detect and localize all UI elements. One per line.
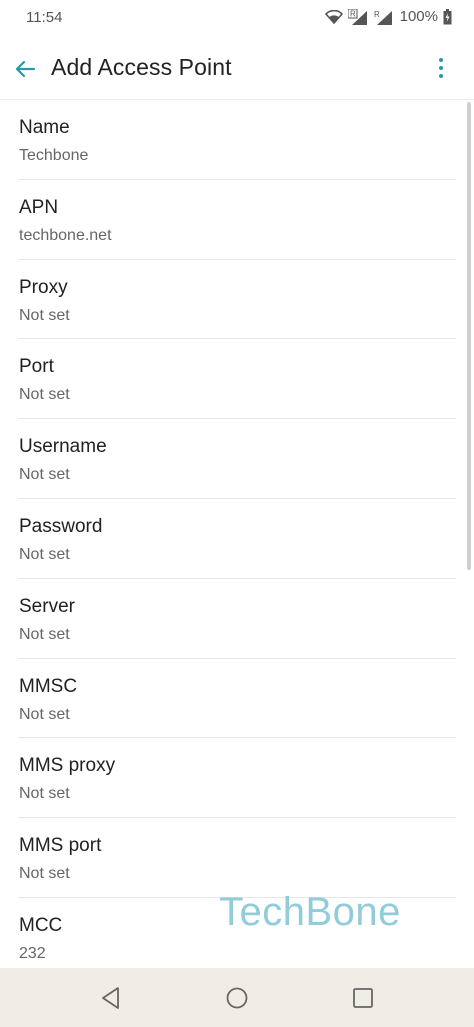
svg-text:R: R	[350, 9, 356, 18]
setting-item-username[interactable]: Username Not set	[18, 419, 456, 499]
setting-label: MMS port	[19, 835, 102, 857]
wifi-icon	[324, 9, 343, 24]
setting-label: Server	[19, 595, 75, 617]
signal-icon-1: R	[347, 8, 368, 25]
status-icons: R R 100%	[324, 8, 452, 25]
setting-item-apn[interactable]: APN techbone.net	[18, 180, 456, 260]
setting-label: Password	[19, 515, 103, 537]
arrow-back-icon	[15, 60, 36, 78]
setting-item-password[interactable]: Password Not set	[18, 499, 456, 579]
setting-item-proxy[interactable]: Proxy Not set	[18, 260, 456, 340]
setting-item-server[interactable]: Server Not set	[18, 579, 456, 659]
setting-value: Techbone	[19, 147, 89, 164]
setting-value: Not set	[19, 306, 70, 324]
setting-label: MMSC	[19, 675, 78, 697]
status-bar: 11:54 R R 100%	[0, 0, 474, 36]
setting-item-mms-proxy[interactable]: MMS proxy Not set	[18, 738, 456, 819]
setting-item-port[interactable]: Port Not set	[18, 339, 456, 420]
overflow-menu-button[interactable]	[434, 56, 448, 82]
setting-label: Port	[19, 356, 54, 378]
circle-home-icon	[226, 987, 248, 1009]
setting-label: APN	[19, 196, 59, 218]
setting-value: techbone.net	[19, 226, 112, 244]
watermark-logo: TechBone	[219, 890, 401, 934]
setting-label: MMS proxy	[19, 755, 116, 777]
apn-settings-list: Name Techbone APN techbone.net Proxy Not…	[0, 100, 474, 968]
setting-value: Not set	[19, 545, 70, 563]
setting-label: Username	[19, 436, 107, 458]
setting-item-mmsc[interactable]: MMSC Not set	[18, 659, 456, 739]
page-title: Add Access Point	[51, 54, 232, 80]
setting-item-name[interactable]: Name Techbone	[18, 100, 456, 180]
setting-value: Not set	[19, 785, 70, 803]
status-time: 11:54	[26, 9, 63, 26]
signal-icon-2: R	[373, 9, 393, 25]
nav-home-button[interactable]	[224, 985, 250, 1011]
svg-text:R: R	[374, 10, 380, 19]
setting-value: Not set	[19, 386, 70, 404]
setting-value: Not set	[19, 625, 70, 643]
more-vert-icon	[439, 58, 443, 78]
setting-item-mms-port[interactable]: MMS port Not set	[18, 818, 456, 898]
app-bar: Add Access Point	[0, 36, 474, 100]
scrollbar[interactable]	[467, 102, 471, 570]
setting-value: Not set	[19, 705, 70, 723]
triangle-back-icon	[102, 987, 119, 1009]
battery-icon	[443, 8, 452, 25]
setting-value: 232	[19, 944, 46, 962]
setting-label: MCC	[19, 914, 63, 936]
setting-label: Name	[19, 117, 70, 138]
setting-value: Not set	[19, 466, 70, 484]
nav-back-button[interactable]	[98, 985, 124, 1011]
setting-label: Proxy	[19, 276, 68, 298]
screen: 11:54 R R 100% Add Access Point Name Tec…	[0, 0, 474, 1027]
setting-value: Not set	[19, 865, 70, 883]
square-recents-icon	[353, 988, 373, 1008]
battery-percent: 100%	[399, 8, 438, 25]
back-button[interactable]	[10, 54, 40, 84]
nav-recents-button[interactable]	[350, 985, 376, 1011]
navigation-bar	[0, 968, 474, 1027]
